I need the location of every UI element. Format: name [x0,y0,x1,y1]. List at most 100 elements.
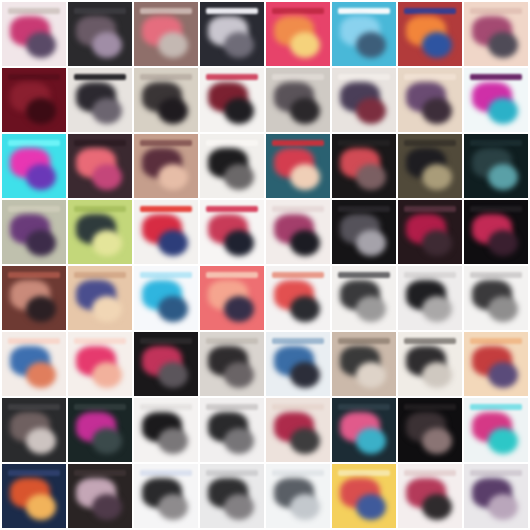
tile-stripe [206,74,258,80]
tile-blob-secondary [92,32,122,58]
image-tile [134,134,198,198]
tile-blob-secondary [224,296,254,322]
image-tile [464,68,528,132]
image-tile [134,398,198,462]
tile-blob-secondary [290,164,320,190]
tile-stripe [404,74,456,80]
tile-stripe [470,206,522,212]
tile-blob-secondary [290,230,320,256]
tile-blob-secondary [422,494,452,520]
tile-blob-secondary [26,164,56,190]
image-tile [332,266,396,330]
image-tile [200,332,264,396]
tile-stripe [206,140,258,146]
image-tile [200,464,264,528]
tile-blob-secondary [422,296,452,322]
image-tile [398,2,462,66]
tile-stripe [272,272,324,278]
image-tile [398,464,462,528]
tile-stripe [74,272,126,278]
tile-blob-secondary [356,32,386,58]
image-tile [134,68,198,132]
tile-stripe [272,8,324,14]
tile-blob-secondary [92,494,122,520]
tile-blob-secondary [290,98,320,124]
image-tile [2,2,66,66]
tile-stripe [140,470,192,476]
tile-blob-secondary [92,362,122,388]
tile-blob-secondary [224,32,254,58]
image-tile [200,398,264,462]
tile-blob-secondary [26,230,56,256]
tile-blob-secondary [422,428,452,454]
tile-blob-secondary [158,494,188,520]
tile-blob-secondary [158,428,188,454]
image-tile [68,200,132,264]
image-tile [68,266,132,330]
tile-stripe [74,404,126,410]
image-tile [134,266,198,330]
tile-blob-secondary [422,32,452,58]
tile-stripe [140,8,192,14]
tile-blob-secondary [158,296,188,322]
tile-stripe [8,338,60,344]
tile-blob-secondary [488,428,518,454]
image-tile [68,332,132,396]
tile-blob-secondary [26,98,56,124]
image-tile [398,266,462,330]
image-tile [2,68,66,132]
tile-blob-secondary [92,428,122,454]
tile-stripe [206,8,258,14]
image-tile [398,200,462,264]
tile-blob-secondary [488,362,518,388]
tile-stripe [206,404,258,410]
image-tile [332,398,396,462]
tile-blob-secondary [488,494,518,520]
tile-blob-secondary [422,164,452,190]
tile-stripe [74,206,126,212]
image-tile [266,464,330,528]
tile-blob-secondary [422,98,452,124]
tile-stripe [74,140,126,146]
image-tile [398,332,462,396]
image-tile [464,464,528,528]
image-tile [266,266,330,330]
tile-stripe [140,206,192,212]
tile-stripe [338,206,390,212]
tile-stripe [470,404,522,410]
tile-stripe [140,74,192,80]
tile-blob-secondary [356,296,386,322]
tile-blob-secondary [158,32,188,58]
tile-stripe [404,272,456,278]
image-tile [464,332,528,396]
image-sample-grid [0,0,530,530]
image-tile [134,200,198,264]
image-tile [266,398,330,462]
tile-blob-secondary [224,362,254,388]
tile-stripe [8,74,60,80]
image-tile [266,2,330,66]
image-tile [332,2,396,66]
tile-blob-secondary [356,164,386,190]
tile-blob-secondary [158,164,188,190]
tile-blob-secondary [290,362,320,388]
image-tile [134,332,198,396]
tile-stripe [206,206,258,212]
image-tile [266,68,330,132]
tile-stripe [338,140,390,146]
tile-stripe [140,404,192,410]
image-tile [332,68,396,132]
tile-blob-secondary [224,98,254,124]
tile-stripe [140,140,192,146]
tile-blob-secondary [356,230,386,256]
tile-stripe [338,272,390,278]
image-tile [398,398,462,462]
tile-blob-secondary [92,230,122,256]
image-tile [332,464,396,528]
tile-stripe [470,470,522,476]
tile-blob-secondary [356,98,386,124]
tile-stripe [404,338,456,344]
tile-stripe [470,338,522,344]
tile-blob-secondary [356,494,386,520]
tile-blob-secondary [92,296,122,322]
